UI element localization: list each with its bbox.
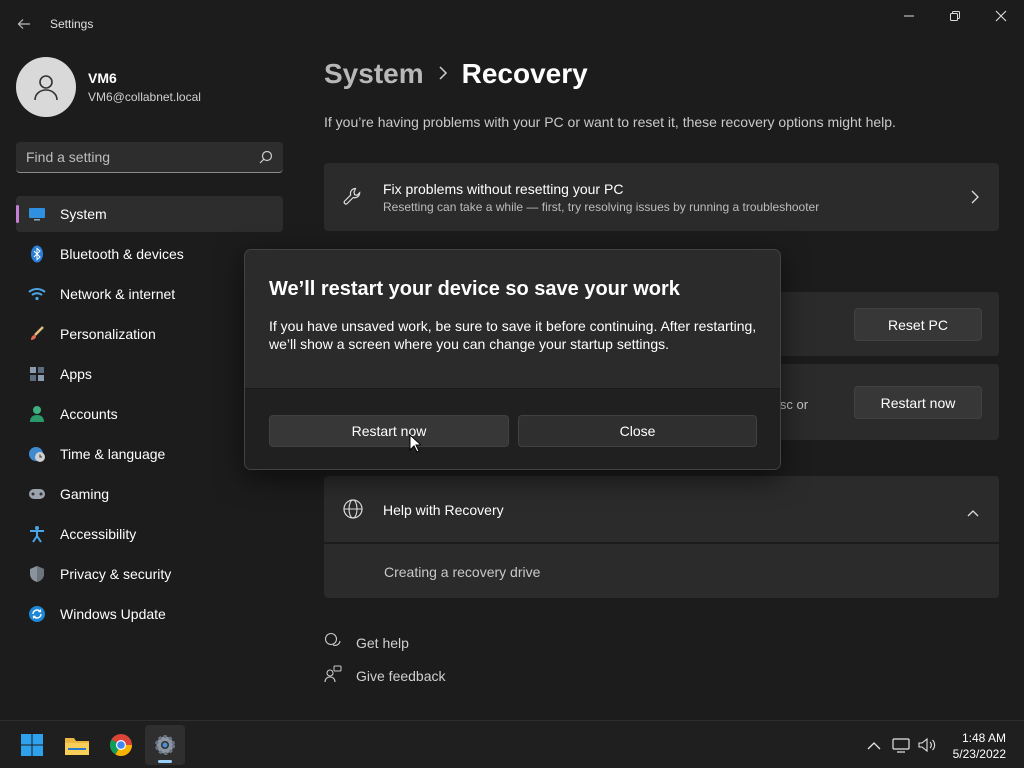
dialog-title: We’ll restart your device so save your w… — [269, 278, 680, 300]
fix-card-title: Fix problems without resetting your PC — [383, 181, 624, 197]
fix-card-subtitle: Resetting can take a while — first, try … — [383, 200, 820, 214]
restore-icon[interactable] — [932, 4, 978, 28]
shield-icon — [28, 565, 46, 583]
sidebar-item-label: Network & internet — [60, 286, 176, 302]
sidebar-item-privacy[interactable]: Privacy & security — [16, 556, 283, 592]
clock-time: 1:48 AM — [961, 731, 1006, 745]
sidebar-item-label: Gaming — [60, 486, 110, 502]
brush-icon — [28, 325, 46, 343]
page-description: If you’re having problems with your PC o… — [324, 114, 896, 130]
apps-icon — [28, 365, 46, 383]
help-links: Get help Give feedback — [324, 632, 446, 698]
breadcrumb: System Recovery — [324, 58, 588, 90]
help-recovery-header[interactable]: Help with Recovery — [324, 476, 999, 542]
sidebar-item-label: Bluetooth & devices — [60, 246, 184, 262]
help-recovery-body: Creating a recovery drive — [324, 544, 999, 598]
sidebar-item-bluetooth[interactable]: Bluetooth & devices — [16, 236, 283, 272]
close-icon[interactable] — [978, 4, 1024, 28]
minimize-icon[interactable] — [886, 4, 932, 28]
update-icon — [28, 605, 46, 623]
sidebar-item-system[interactable]: System — [16, 196, 283, 232]
get-help-label: Get help — [356, 635, 409, 651]
wifi-icon — [28, 285, 46, 303]
search-box[interactable] — [16, 142, 283, 173]
restart-now-button[interactable]: Restart now — [854, 386, 982, 419]
sidebar-item-label: Personalization — [60, 326, 156, 342]
windows-start-icon[interactable] — [12, 725, 52, 765]
bluetooth-icon — [28, 245, 46, 263]
get-help-link[interactable]: Get help — [324, 632, 446, 654]
person-icon — [34, 75, 58, 101]
dialog-message: If you have unsaved work, be sure to sav… — [269, 318, 757, 352]
breadcrumb-parent[interactable]: System — [324, 58, 424, 90]
search-input[interactable] — [26, 149, 259, 165]
sidebar-item-label: System — [60, 206, 107, 222]
display-icon — [28, 205, 46, 223]
restart-dialog: We’ll restart your device so save your w… — [244, 249, 781, 470]
app-title: Settings — [50, 17, 94, 31]
sidebar-item-label: Windows Update — [60, 606, 166, 622]
sidebar-item-network[interactable]: Network & internet — [16, 276, 283, 312]
reset-pc-button[interactable]: Reset PC — [854, 308, 982, 341]
chevron-right-icon — [971, 190, 979, 209]
avatar — [16, 57, 76, 117]
mouse-pointer-icon — [409, 433, 423, 458]
help-card-title: Help with Recovery — [383, 502, 504, 518]
globe-icon — [342, 498, 364, 525]
sidebar-item-time-language[interactable]: Time & language — [16, 436, 283, 472]
sidebar-item-gaming[interactable]: Gaming — [16, 476, 283, 512]
accessibility-icon — [28, 525, 46, 543]
network-icon[interactable] — [889, 733, 913, 757]
dialog-restart-now-button[interactable]: Restart now — [269, 415, 509, 447]
chevron-up-icon — [967, 504, 979, 522]
person-icon — [28, 405, 46, 423]
sidebar-item-accessibility[interactable]: Accessibility — [16, 516, 283, 552]
wrench-icon — [342, 186, 364, 213]
settings-gear-icon[interactable] — [145, 725, 185, 765]
taskbar: 1:48 AM 5/23/2022 — [0, 720, 1024, 768]
page-title: Recovery — [461, 58, 588, 89]
file-explorer-icon[interactable] — [57, 725, 97, 765]
sidebar-item-windows-update[interactable]: Windows Update — [16, 596, 283, 632]
chevron-right-icon — [438, 64, 448, 85]
globe-clock-icon — [28, 445, 46, 463]
sidebar-item-label: Accounts — [60, 406, 118, 422]
dialog-close-button[interactable]: Close — [518, 415, 757, 447]
active-app-indicator — [158, 760, 172, 763]
sidebar-item-label: Privacy & security — [60, 566, 172, 582]
fix-problems-card[interactable]: Fix problems without resetting your PC R… — [324, 163, 999, 231]
taskbar-clock[interactable]: 1:48 AM 5/23/2022 — [953, 730, 1006, 762]
user-profile[interactable]: VM6 VM6@collabnet.local — [16, 57, 201, 117]
clock-date: 5/23/2022 — [952, 747, 1006, 761]
search-icon[interactable] — [259, 150, 273, 164]
dialog-footer: Restart now Close — [245, 388, 780, 469]
back-arrow-icon[interactable] — [10, 10, 38, 38]
profile-name: VM6 — [88, 70, 117, 86]
recovery-drive-link[interactable]: Creating a recovery drive — [384, 564, 540, 580]
sidebar-nav: System Bluetooth & devices Network & int… — [16, 196, 283, 636]
sidebar-item-apps[interactable]: Apps — [16, 356, 283, 392]
give-feedback-link[interactable]: Give feedback — [324, 665, 446, 687]
chrome-icon[interactable] — [101, 725, 141, 765]
chevron-up-icon[interactable] — [862, 733, 886, 757]
help-chat-icon — [324, 632, 342, 655]
advanced-startup-partial-text: isc or — [777, 397, 809, 412]
gamepad-icon — [28, 485, 46, 503]
sidebar-item-label: Apps — [60, 366, 92, 382]
sidebar-item-accounts[interactable]: Accounts — [16, 396, 283, 432]
title-bar: Settings — [0, 0, 1024, 48]
feedback-person-icon — [324, 665, 342, 688]
volume-icon[interactable] — [915, 733, 939, 757]
give-feedback-label: Give feedback — [356, 668, 446, 684]
sidebar-item-label: Time & language — [60, 446, 166, 462]
sidebar-item-label: Accessibility — [60, 526, 137, 542]
profile-email: VM6@collabnet.local — [88, 90, 201, 104]
sidebar-item-personalization[interactable]: Personalization — [16, 316, 283, 352]
